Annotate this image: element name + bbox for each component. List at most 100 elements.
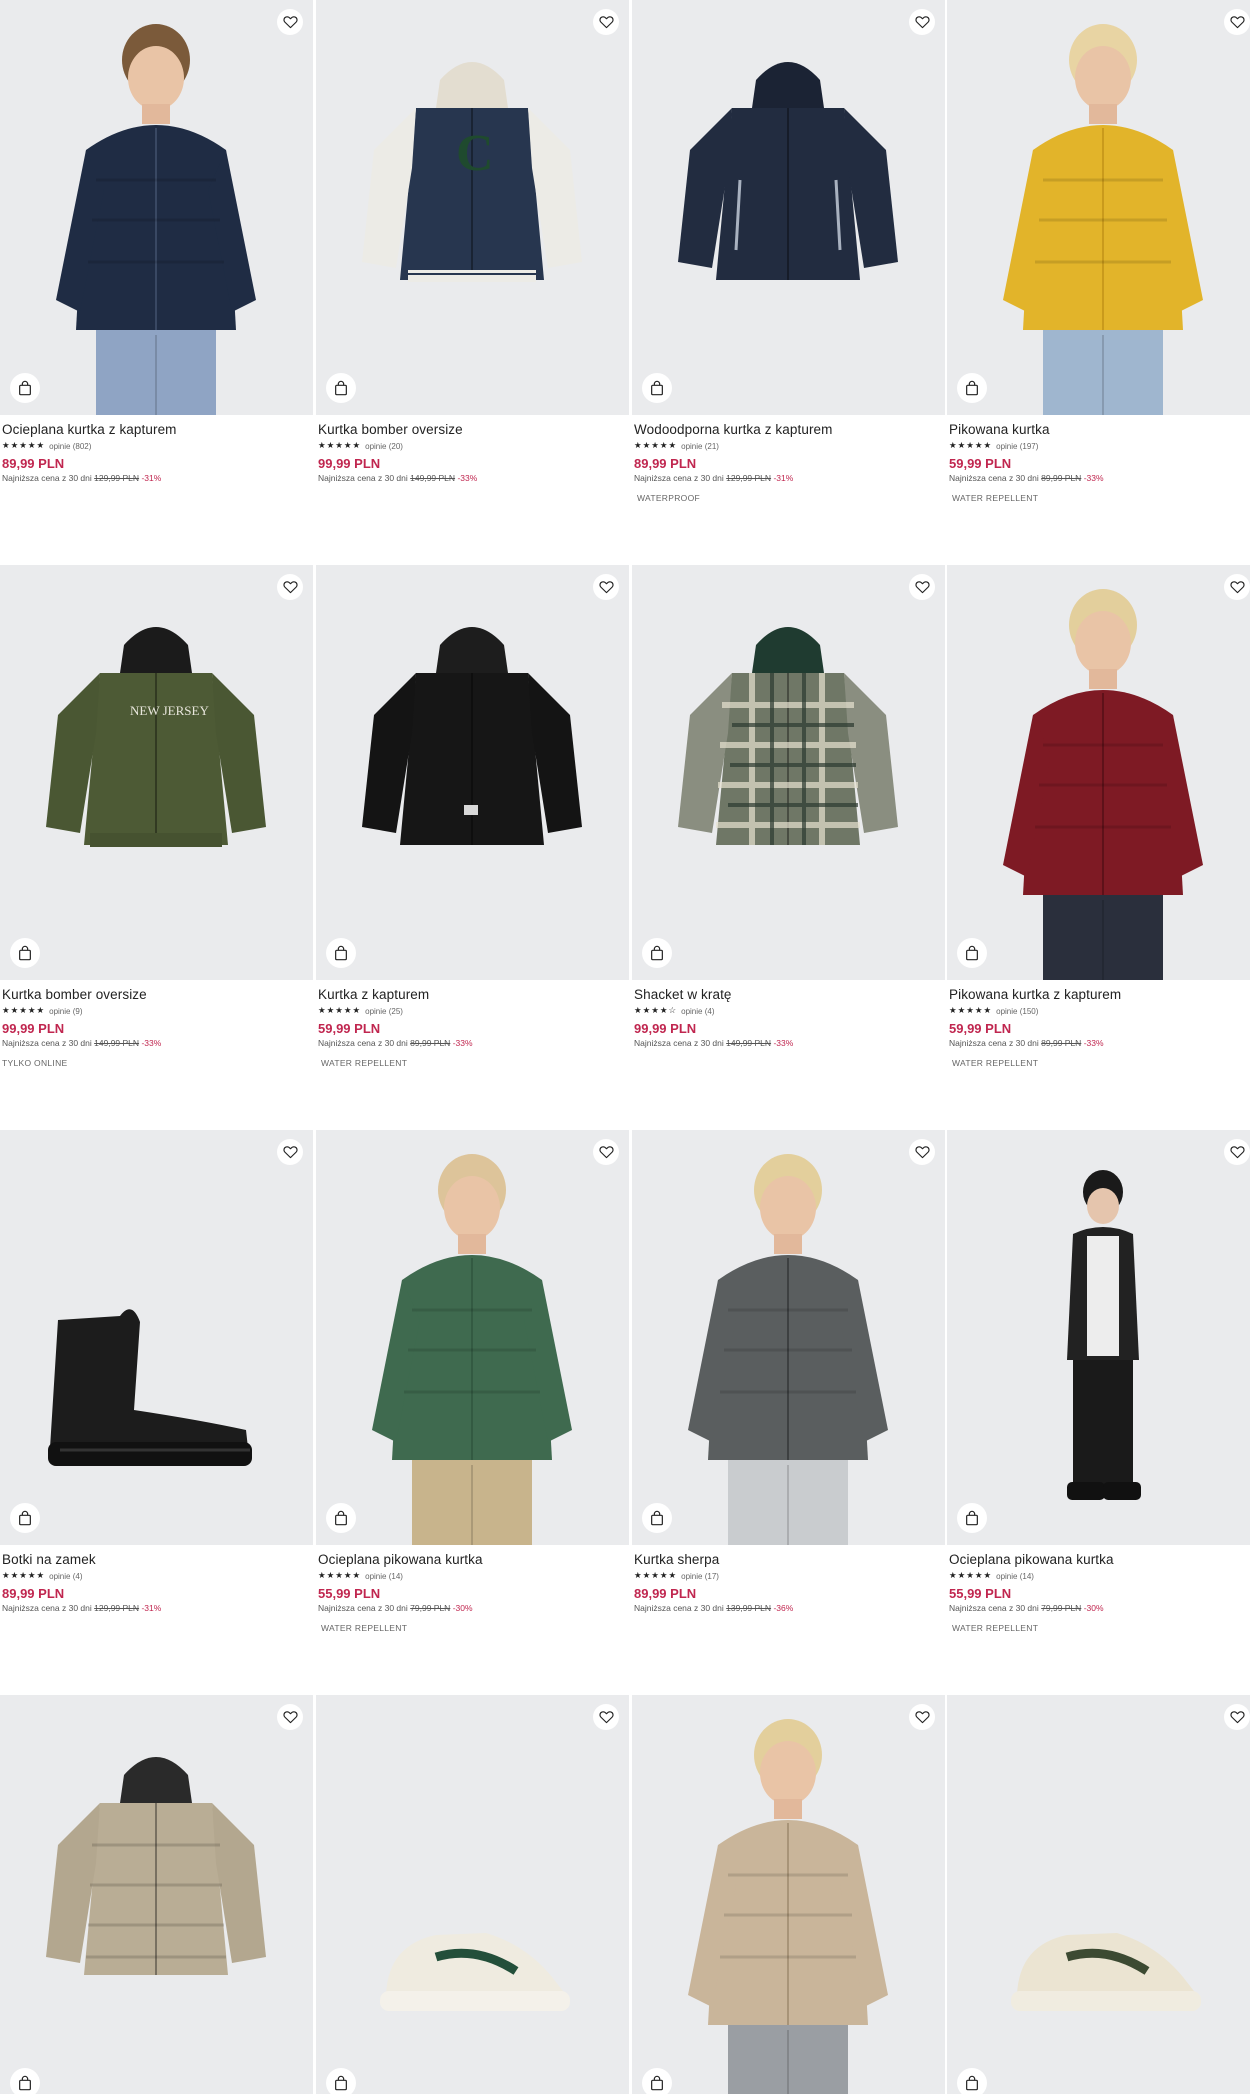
add-to-wishlist-button[interactable] [1224, 574, 1250, 600]
product-image[interactable] [632, 565, 945, 980]
star-filled-icon: ★ [651, 1571, 659, 1581]
product-card[interactable]: C Kurtka bomber oversize ★ ★ ★ ★ ★ opinie (2… [316, 0, 629, 565]
add-to-cart-button[interactable] [642, 1503, 672, 1533]
add-to-wishlist-button[interactable] [909, 9, 935, 35]
product-name[interactable]: Botki na zamek [2, 1551, 310, 1569]
add-to-cart-button[interactable] [642, 373, 672, 403]
product-card[interactable]: Kurtka sherpa ★ ★ ★ ★ ★ opinie (17) 89,99 PL… [632, 1130, 945, 1695]
product-name[interactable]: Pikowana kurtka z kapturem [949, 986, 1250, 1004]
product-name[interactable]: Wodoodporna kurtka z kapturem [634, 421, 942, 439]
star-filled-icon: ★ [983, 441, 992, 451]
product-image[interactable] [632, 0, 945, 415]
product-name[interactable]: Kurtka bomber oversize [2, 986, 310, 1004]
product-rating[interactable]: ★ ★ ★ ★ ★ opinie (14) [949, 1569, 1250, 1583]
product-rating[interactable]: ★ ★ ★ ★ ★ opinie (197) [949, 439, 1250, 453]
rating-stars: ★ ★ ★ ★ ★ [318, 1006, 360, 1016]
product-card[interactable] [632, 1695, 945, 2094]
add-to-cart-button[interactable] [957, 2068, 987, 2094]
product-image[interactable] [316, 1695, 629, 2094]
product-card[interactable]: Botki na zamek ★ ★ ★ ★ ★ opinie (4) 89,99 PL… [0, 1130, 313, 1695]
add-to-cart-button[interactable] [957, 1503, 987, 1533]
product-name[interactable]: Kurtka sherpa [634, 1551, 942, 1569]
add-to-cart-button[interactable] [326, 2068, 356, 2094]
add-to-wishlist-button[interactable] [593, 1704, 619, 1730]
product-card[interactable]: Pikowana kurtka z kapturem ★ ★ ★ ★ ★ opinie … [947, 565, 1250, 1130]
product-name[interactable]: Kurtka bomber oversize [318, 421, 626, 439]
add-to-wishlist-button[interactable] [909, 1704, 935, 1730]
product-name[interactable]: Kurtka z kapturem [318, 986, 626, 1004]
add-to-cart-button[interactable] [10, 373, 40, 403]
lowest-price-label: Najniższa cena z 30 dni [634, 1603, 724, 1613]
product-rating[interactable]: ★ ★ ★ ★ ☆ opinie (4) [634, 1004, 942, 1018]
product-rating[interactable]: ★ ★ ★ ★ ★ opinie (25) [318, 1004, 626, 1018]
product-card[interactable]: Ocieplana pikowana kurtka ★ ★ ★ ★ ★ opinie (… [947, 1130, 1250, 1695]
product-card[interactable]: NEW JERSEY Kurtka bomber oversize ★ ★ ★ ★ ★ … [0, 565, 313, 1130]
product-image[interactable] [0, 0, 313, 415]
product-name[interactable]: Ocieplana pikowana kurtka [318, 1551, 626, 1569]
add-to-wishlist-button[interactable] [1224, 1704, 1250, 1730]
add-to-wishlist-button[interactable] [909, 1139, 935, 1165]
add-to-cart-button[interactable] [642, 938, 672, 968]
product-rating[interactable]: ★ ★ ★ ★ ★ opinie (9) [2, 1004, 310, 1018]
add-to-cart-button[interactable] [326, 938, 356, 968]
add-to-cart-button[interactable] [10, 1503, 40, 1533]
product-photo-illustration: C [362, 62, 582, 282]
add-to-wishlist-button[interactable] [1224, 9, 1250, 35]
add-to-wishlist-button[interactable] [277, 1704, 303, 1730]
product-card[interactable]: Kurtka z kapturem ★ ★ ★ ★ ★ opinie (25) 59,9… [316, 565, 629, 1130]
product-rating[interactable]: ★ ★ ★ ★ ★ opinie (4) [2, 1569, 310, 1583]
add-to-cart-button[interactable] [642, 2068, 672, 2094]
product-name[interactable]: Ocieplana kurtka z kapturem [2, 421, 310, 439]
star-filled-icon: ★ [318, 1571, 326, 1581]
add-to-cart-button[interactable] [957, 938, 987, 968]
star-filled-icon: ★ [642, 1006, 651, 1016]
add-to-cart-button[interactable] [326, 373, 356, 403]
product-image[interactable] [632, 1695, 945, 2094]
product-name[interactable]: Shacket w kratę [634, 986, 942, 1004]
product-rating[interactable]: ★ ★ ★ ★ ★ opinie (802) [2, 439, 310, 453]
product-rating[interactable]: ★ ★ ★ ★ ★ opinie (21) [634, 439, 942, 453]
add-to-cart-button[interactable] [10, 2068, 40, 2094]
add-to-cart-button[interactable] [957, 373, 987, 403]
product-rating[interactable]: ★ ★ ★ ★ ★ opinie (150) [949, 1004, 1250, 1018]
product-image[interactable]: C [316, 0, 629, 415]
add-to-wishlist-button[interactable] [277, 1139, 303, 1165]
star-empty-icon: ☆ [668, 1006, 677, 1016]
star-filled-icon: ★ [651, 1006, 659, 1016]
product-image[interactable] [0, 1130, 313, 1545]
product-image[interactable] [316, 565, 629, 980]
product-card[interactable]: Ocieplana kurtka z kapturem ★ ★ ★ ★ ★ opinie… [0, 0, 313, 565]
product-rating[interactable]: ★ ★ ★ ★ ★ opinie (17) [634, 1569, 942, 1583]
product-image[interactable] [632, 1130, 945, 1545]
product-info: Kurtka z kapturem ★ ★ ★ ★ ★ opinie (25) 59,9… [318, 986, 626, 1068]
product-image[interactable] [947, 565, 1250, 980]
product-card[interactable] [316, 1695, 629, 2094]
product-card[interactable]: Shacket w kratę ★ ★ ★ ★ ☆ opinie (4) 99,99 P… [632, 565, 945, 1130]
add-to-wishlist-button[interactable] [593, 574, 619, 600]
add-to-wishlist-button[interactable] [593, 1139, 619, 1165]
product-card[interactable] [0, 1695, 313, 2094]
add-to-cart-button[interactable] [326, 1503, 356, 1533]
product-image[interactable]: NEW JERSEY [0, 565, 313, 980]
product-image[interactable] [947, 1695, 1250, 2094]
add-to-wishlist-button[interactable] [1224, 1139, 1250, 1165]
product-card[interactable]: Ocieplana pikowana kurtka ★ ★ ★ ★ ★ opinie (… [316, 1130, 629, 1695]
product-card[interactable]: Wodoodporna kurtka z kapturem ★ ★ ★ ★ ★ opin… [632, 0, 945, 565]
product-card[interactable]: Pikowana kurtka ★ ★ ★ ★ ★ opinie (197) 59,99… [947, 0, 1250, 565]
add-to-wishlist-button[interactable] [593, 9, 619, 35]
product-image[interactable] [947, 0, 1250, 415]
add-to-wishlist-button[interactable] [277, 9, 303, 35]
product-rating[interactable]: ★ ★ ★ ★ ★ opinie (14) [318, 1569, 626, 1583]
add-to-cart-button[interactable] [10, 938, 40, 968]
star-filled-icon: ★ [668, 1571, 677, 1581]
add-to-wishlist-button[interactable] [277, 574, 303, 600]
product-image[interactable] [316, 1130, 629, 1545]
product-card[interactable] [947, 1695, 1250, 2094]
product-image[interactable] [947, 1130, 1250, 1545]
product-name[interactable]: Pikowana kurtka [949, 421, 1250, 439]
product-name[interactable]: Ocieplana pikowana kurtka [949, 1551, 1250, 1569]
product-rating[interactable]: ★ ★ ★ ★ ★ opinie (20) [318, 439, 626, 453]
product-image[interactable] [0, 1695, 313, 2094]
discount-badge: -30% [1083, 1603, 1104, 1613]
add-to-wishlist-button[interactable] [909, 574, 935, 600]
